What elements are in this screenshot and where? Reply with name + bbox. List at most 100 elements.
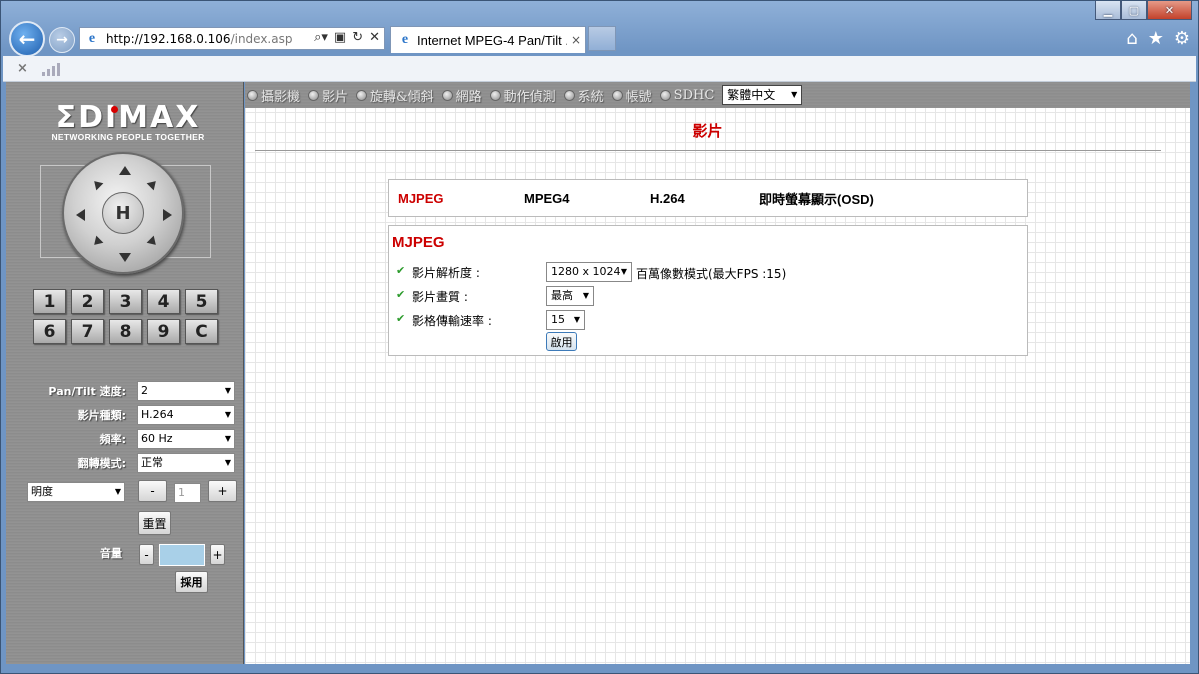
preset-button-clear[interactable]: C: [185, 319, 218, 344]
frequency-select[interactable]: 60 Hz: [137, 429, 235, 449]
ie-page-icon: e: [88, 30, 96, 46]
frame-rate-select[interactable]: 15: [546, 310, 585, 330]
flip-mode-select[interactable]: 正常: [137, 453, 235, 473]
preset-button-2[interactable]: 2: [71, 289, 104, 314]
maximize-button[interactable]: ▢: [1121, 1, 1147, 20]
menu-item-label: SDHC: [673, 87, 715, 103]
preset-button-1[interactable]: 1: [33, 289, 66, 314]
close-bar-icon[interactable]: ×: [17, 61, 28, 76]
video-format-tabs: MJPEG MPEG4 H.264 即時螢幕顯示(OSD): [388, 179, 1028, 217]
ie-tab-icon: e: [401, 32, 409, 47]
brightness-increase-button[interactable]: +: [208, 480, 237, 502]
language-select[interactable]: 繁體中文: [722, 85, 803, 105]
tab-title: Internet MPEG-4 Pan/Tilt ...: [417, 32, 567, 48]
menu-item-network[interactable]: 網路: [441, 86, 482, 105]
pan-left-icon[interactable]: [76, 209, 85, 221]
preset-button-8[interactable]: 8: [109, 319, 142, 344]
menu-bullet-icon: [356, 89, 368, 101]
menu-item-system[interactable]: 系統: [563, 86, 604, 105]
settings-gear-icon[interactable]: ⚙: [1174, 28, 1190, 49]
refresh-icon[interactable]: ↻: [352, 30, 363, 45]
forward-button[interactable]: →: [49, 27, 75, 53]
minimize-icon: ▁: [1103, 3, 1113, 17]
pan-tilt-speed-row: Pan/Tilt 速度: 2: [6, 381, 244, 401]
tab-osd[interactable]: 即時螢幕顯示(OSD): [759, 189, 874, 208]
compatibility-icon[interactable]: ▣: [334, 30, 346, 45]
address-tools: ⌕▾ ▣ ↻ ✕: [314, 30, 380, 45]
down-left-icon[interactable]: [90, 235, 104, 249]
menu-item-label: 網路: [455, 89, 482, 105]
volume-decrease-button[interactable]: -: [139, 544, 154, 565]
url-host: http://192.168.0.106: [106, 31, 231, 46]
tab-mpeg4[interactable]: MPEG4: [524, 191, 650, 206]
resolution-label: 影片解析度 :: [412, 266, 480, 280]
menu-item-account[interactable]: 帳號: [611, 86, 652, 105]
video-type-label: 影片種類:: [77, 409, 126, 422]
tab-h264[interactable]: H.264: [650, 191, 759, 206]
volume-increase-button[interactable]: +: [210, 544, 225, 565]
volume-level-bar[interactable]: [159, 544, 205, 566]
menu-item-camera[interactable]: 攝影機: [247, 86, 300, 105]
home-icon[interactable]: ⌂: [1126, 28, 1137, 49]
brightness-decrease-button[interactable]: -: [138, 480, 167, 502]
section-title: MJPEG: [392, 234, 445, 251]
window-controls: ▁ ▢ ✕: [1095, 1, 1192, 20]
up-left-icon[interactable]: [90, 177, 104, 191]
tilt-down-icon[interactable]: [119, 253, 131, 262]
tab-camera[interactable]: e Internet MPEG-4 Pan/Tilt ... ×: [390, 26, 586, 53]
pan-tilt-speed-select[interactable]: 2: [137, 381, 235, 401]
favorites-star-icon[interactable]: ★: [1148, 28, 1164, 49]
preset-button-9[interactable]: 9: [147, 319, 180, 344]
ptz-sidebar: ΣDIMAX NETWORKING PEOPLE TOGETHER H 1 2 …: [6, 82, 244, 664]
apply-button[interactable]: 啟用: [546, 332, 577, 351]
down-right-icon[interactable]: [146, 235, 160, 249]
tab-close-icon[interactable]: ×: [571, 33, 581, 47]
preset-button-3[interactable]: 3: [109, 289, 142, 314]
ptz-direction-pad[interactable]: H: [62, 152, 184, 274]
address-bar[interactable]: e http://192.168.0.106/index.asp ⌕▾ ▣ ↻ …: [79, 27, 385, 50]
main-content: 攝影機 影片 旋轉&傾斜 網路 動作偵測 系統 帳號 SDHC 繁體中文 影片 …: [245, 82, 1190, 664]
up-right-icon[interactable]: [146, 177, 160, 191]
brightness-value-field[interactable]: 1: [174, 483, 201, 503]
frequency-row: 頻率: 60 Hz: [6, 429, 244, 449]
preset-button-7[interactable]: 7: [71, 319, 104, 344]
resolution-select[interactable]: 1280 x 1024: [546, 262, 632, 282]
quality-select[interactable]: 最高: [546, 286, 594, 306]
menu-item-sdhc[interactable]: SDHC: [659, 87, 715, 103]
video-type-row: 影片種類: H.264: [6, 405, 244, 425]
apply-volume-button[interactable]: 採用: [175, 571, 208, 593]
menu-item-motion-detection[interactable]: 動作偵測: [489, 86, 556, 105]
green-check-icon: ✔: [396, 312, 406, 325]
video-type-select[interactable]: H.264: [137, 405, 235, 425]
menu-bullet-icon: [308, 89, 320, 101]
pan-tilt-speed-label: Pan/Tilt 速度:: [48, 385, 126, 398]
logo-text: ΣDIMAX: [55, 100, 201, 135]
back-button[interactable]: ←: [9, 21, 45, 57]
image-adjust-select[interactable]: 明度: [27, 482, 125, 502]
ptz-home-button[interactable]: H: [102, 192, 144, 234]
new-tab-button[interactable]: [588, 26, 616, 51]
preset-button-6[interactable]: 6: [33, 319, 66, 344]
reset-button[interactable]: 重置: [138, 511, 171, 535]
preset-button-5[interactable]: 5: [185, 289, 218, 314]
close-icon: ✕: [1164, 3, 1175, 17]
search-icon[interactable]: ⌕▾: [314, 30, 328, 45]
close-window-button[interactable]: ✕: [1147, 1, 1192, 20]
menu-item-label: 帳號: [625, 89, 652, 105]
quality-row: ✔ 影片畫質 : 最高: [396, 286, 1016, 306]
menu-bullet-icon: [659, 89, 671, 101]
menu-bullet-icon: [611, 89, 623, 101]
menu-bullet-icon: [563, 89, 575, 101]
pan-right-icon[interactable]: [163, 209, 172, 221]
menu-item-pan-tilt[interactable]: 旋轉&傾斜: [356, 86, 434, 105]
tilt-up-icon[interactable]: [119, 166, 131, 175]
top-menu: 攝影機 影片 旋轉&傾斜 網路 動作偵測 系統 帳號 SDHC 繁體中文: [245, 82, 1190, 108]
menu-item-video[interactable]: 影片: [308, 86, 348, 105]
minimize-button[interactable]: ▁: [1095, 1, 1121, 20]
stop-icon[interactable]: ✕: [369, 30, 380, 45]
signal-bars-icon: [41, 62, 60, 76]
preset-button-4[interactable]: 4: [147, 289, 180, 314]
page-title: 影片: [692, 122, 723, 140]
tab-mjpeg[interactable]: MJPEG: [398, 191, 524, 206]
title-divider: [255, 150, 1161, 151]
